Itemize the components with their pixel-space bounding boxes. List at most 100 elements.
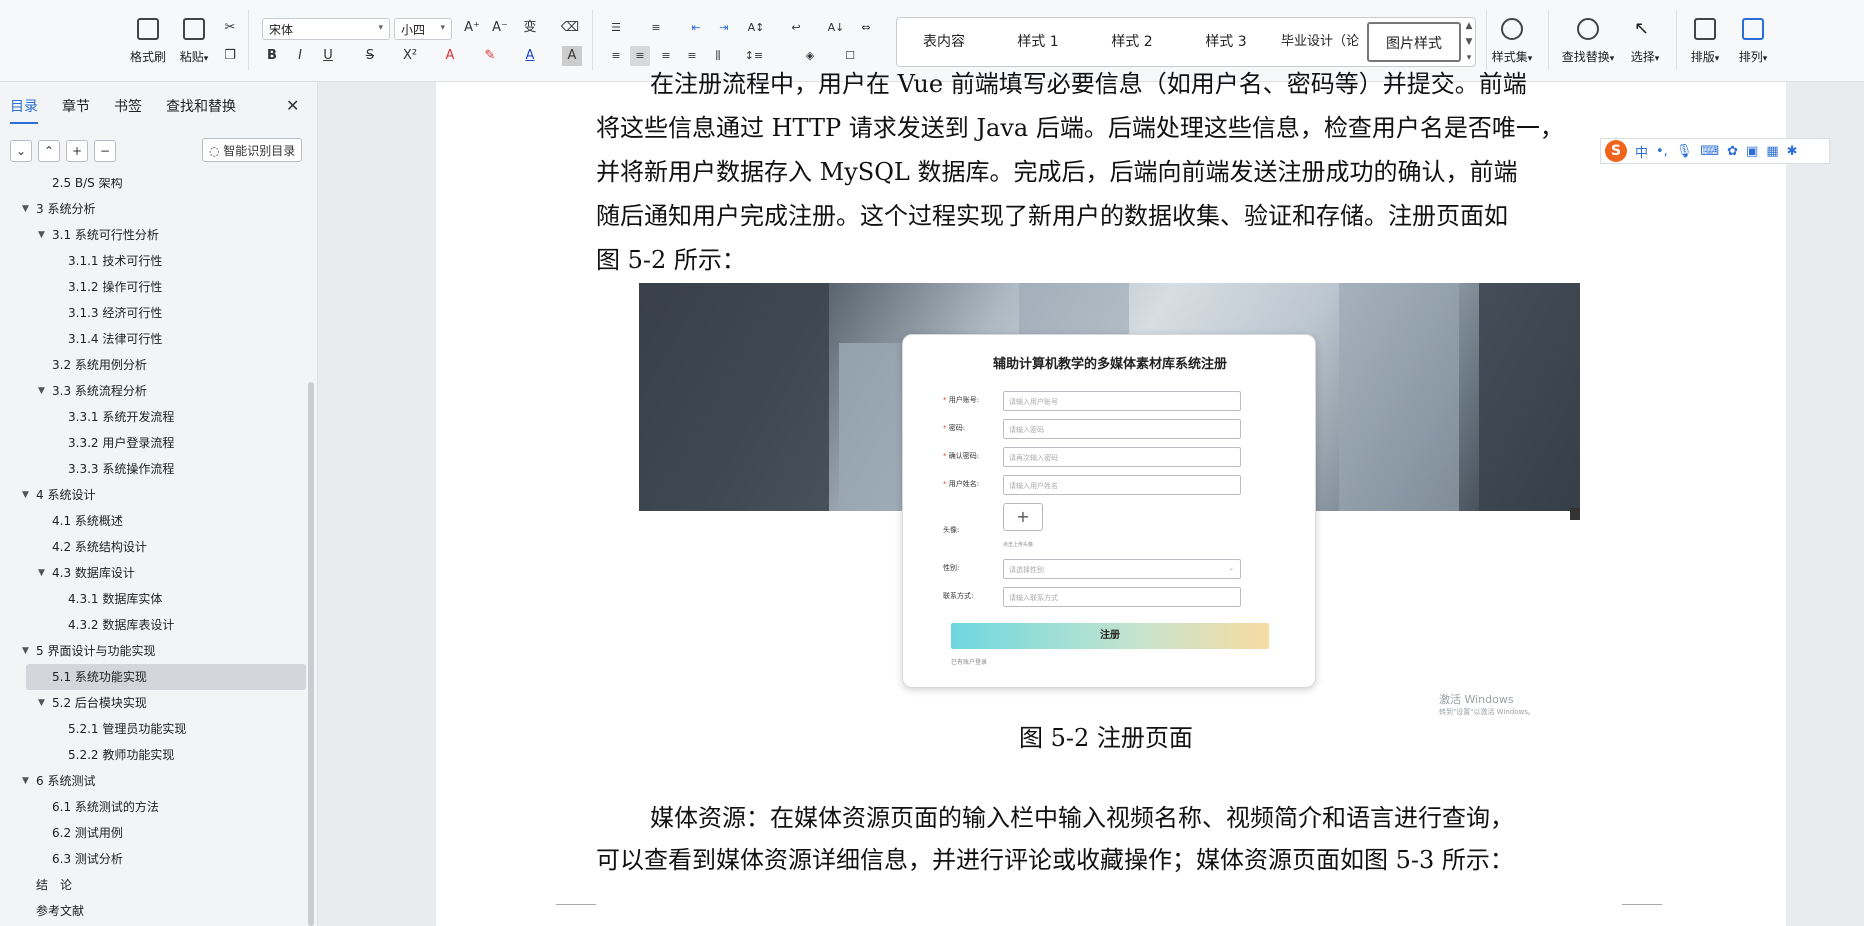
punctuation-icon[interactable]: •,: [1656, 144, 1668, 159]
toc-item[interactable]: 5.2.2 教师功能实现: [0, 742, 310, 768]
sogou-logo-icon[interactable]: S: [1605, 140, 1627, 162]
line-break-icon[interactable]: ↩: [786, 18, 806, 38]
style-item[interactable]: 毕业设计（论: [1273, 22, 1367, 62]
toc-item[interactable]: ▼ 3 系统分析: [0, 196, 310, 222]
tab-chapters[interactable]: 章节: [62, 96, 90, 124]
settings-icon[interactable]: ✱: [1787, 144, 1798, 159]
toc-item[interactable]: 4.3.1 数据库实体: [0, 586, 310, 612]
toc-item[interactable]: 4.2 系统结构设计: [0, 534, 310, 560]
show-marks-icon[interactable]: ⇔: [856, 18, 876, 38]
gallery-scroll-arrows[interactable]: ▲ ▼ ▾: [1462, 18, 1476, 66]
text-direction-icon[interactable]: A↕: [746, 18, 766, 38]
underline-icon[interactable]: U: [318, 46, 338, 66]
toc-item[interactable]: 5.1 系统功能实现: [26, 664, 306, 690]
expand-toggle-icon[interactable]: ▼: [38, 690, 45, 716]
ime-toolbar[interactable]: S 中 •, 🎙 ⌨ ✿ ▣ ▦ ✱: [1600, 138, 1830, 164]
grow-font-icon[interactable]: A⁺: [462, 18, 482, 38]
style-item[interactable]: 表内容: [897, 22, 991, 62]
toc-item[interactable]: ▼ 3.3 系统流程分析: [0, 378, 310, 404]
toc-item[interactable]: 3.1.2 操作可行性: [0, 274, 310, 300]
expand-toggle-icon[interactable]: ▼: [22, 196, 29, 222]
expand-toggle-icon[interactable]: ▼: [22, 768, 29, 794]
toc-item[interactable]: ▼ 6 系统测试: [0, 768, 310, 794]
clear-format-icon[interactable]: ⌫: [560, 18, 580, 38]
toc-item[interactable]: 5.2.1 管理员功能实现: [0, 716, 310, 742]
italic-icon[interactable]: I: [290, 46, 310, 66]
register-button[interactable]: 注册: [951, 623, 1269, 649]
toc-item[interactable]: 3.1.4 法律可行性: [0, 326, 310, 352]
plus-icon[interactable]: +: [66, 140, 88, 162]
highlight-icon[interactable]: ✎: [480, 46, 500, 66]
toc-item[interactable]: 4.1 系统概述: [0, 508, 310, 534]
expand-toggle-icon[interactable]: ▼: [22, 638, 29, 664]
toc-item[interactable]: ▼ 3.1 系统可行性分析: [0, 222, 310, 248]
gamepad-icon[interactable]: ▣: [1746, 144, 1758, 159]
toc-item[interactable]: ▼ 5.2 后台模块实现: [0, 690, 310, 716]
microphone-icon[interactable]: 🎙: [1676, 144, 1693, 159]
toc-item[interactable]: 2.5 B/S 架构: [0, 178, 310, 196]
font-color-icon[interactable]: A: [520, 46, 540, 66]
font-size-select[interactable]: 小四 ▾: [394, 18, 452, 40]
minus-icon[interactable]: −: [94, 140, 116, 162]
toc-item[interactable]: 3.3.3 系统操作流程: [0, 456, 310, 482]
toc-item[interactable]: ▼ 5 界面设计与功能实现: [0, 638, 310, 664]
select-button[interactable]: ↖ 选择▾: [1620, 6, 1670, 76]
smart-toc-button[interactable]: ◌ 智能识别目录: [202, 138, 303, 162]
toc-item[interactable]: 3.3.1 系统开发流程: [0, 404, 310, 430]
confirm-password-input[interactable]: 请再次输入密码: [1003, 447, 1241, 467]
scrollbar[interactable]: [308, 382, 314, 926]
style-item[interactable]: 样式 2: [1085, 22, 1179, 62]
style-item[interactable]: 样式 1: [991, 22, 1085, 62]
image-resize-handle[interactable]: [1570, 508, 1580, 520]
copy-icon[interactable]: ❐: [220, 46, 240, 66]
toc-item[interactable]: 参考文献: [0, 898, 310, 924]
toc-item[interactable]: ▼ 4.3 数据库设计: [0, 560, 310, 586]
grid-icon[interactable]: ▦: [1766, 144, 1778, 159]
char-shading-icon[interactable]: A: [562, 46, 582, 66]
phonetic-icon[interactable]: 变: [520, 18, 540, 38]
avatar-upload[interactable]: +: [1003, 503, 1043, 531]
superscript-icon[interactable]: X²: [400, 46, 420, 66]
login-link[interactable]: 已有账户登录: [951, 657, 987, 666]
shrink-font-icon[interactable]: A⁻: [490, 18, 510, 38]
toc-item[interactable]: ▼ 4 系统设计: [0, 482, 310, 508]
sort-icon[interactable]: A↓: [826, 18, 846, 38]
close-icon[interactable]: ✕: [286, 96, 299, 115]
toc-item[interactable]: 4.3.2 数据库表设计: [0, 612, 310, 638]
numbered-list-icon[interactable]: ≡: [646, 18, 666, 38]
fullname-input[interactable]: 请输入用户姓名: [1003, 475, 1241, 495]
layout-button[interactable]: 排版▾: [1680, 6, 1730, 76]
username-input[interactable]: 请输入用户账号: [1003, 391, 1241, 411]
strikethrough-icon[interactable]: S: [360, 46, 380, 66]
cut-icon[interactable]: ✂: [220, 18, 240, 38]
toc-item[interactable]: 结 论: [0, 872, 310, 898]
chevron-up-icon[interactable]: ⌃: [38, 140, 60, 162]
toc-item[interactable]: 6.3 测试分析: [0, 846, 310, 872]
font-name-select[interactable]: 宋体 ▾: [262, 18, 390, 40]
toc-item[interactable]: 3.2 系统用例分析: [0, 352, 310, 378]
skin-icon[interactable]: ✿: [1727, 144, 1738, 159]
toc-item[interactable]: 3.1.3 经济可行性: [0, 300, 310, 326]
expand-toggle-icon[interactable]: ▼: [38, 222, 45, 248]
chevron-down-icon[interactable]: ⌄: [10, 140, 32, 162]
increase-indent-icon[interactable]: ⇥: [714, 18, 734, 38]
expand-toggle-icon[interactable]: ▼: [38, 378, 45, 404]
bullet-list-icon[interactable]: ☰: [606, 18, 626, 38]
style-item[interactable]: 样式 3: [1179, 22, 1273, 62]
contact-input[interactable]: 请输入联系方式: [1003, 587, 1241, 607]
gender-select[interactable]: 请选择性别 ⌄: [1003, 559, 1241, 579]
expand-toggle-icon[interactable]: ▼: [38, 560, 45, 586]
toc-item[interactable]: 6.2 测试用例: [0, 820, 310, 846]
ime-mode-toggle[interactable]: 中: [1635, 142, 1648, 161]
tab-find-replace[interactable]: 查找和替换: [166, 96, 236, 124]
arrange-button[interactable]: 排列▾: [1728, 6, 1778, 76]
tab-bookmarks[interactable]: 书签: [114, 96, 142, 124]
bold-icon[interactable]: B: [262, 46, 282, 66]
toc-item[interactable]: 6.1 系统测试的方法: [0, 794, 310, 820]
paste-button[interactable]: 粘贴▾: [166, 6, 222, 76]
tab-toc[interactable]: 目录: [10, 96, 38, 124]
expand-toggle-icon[interactable]: ▼: [22, 482, 29, 508]
style-item-selected[interactable]: 图片样式: [1367, 22, 1461, 62]
keyboard-icon[interactable]: ⌨: [1700, 144, 1719, 159]
text-effect-icon[interactable]: A: [440, 46, 460, 66]
